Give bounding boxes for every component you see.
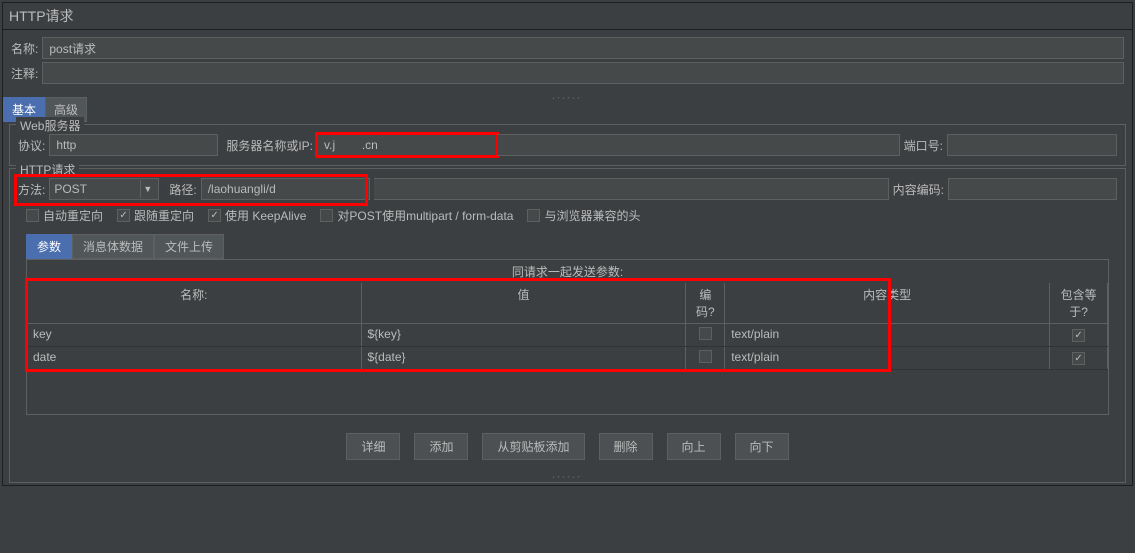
path-input[interactable] [201,178,370,200]
cell-encode[interactable] [686,324,725,346]
name-input[interactable] [42,37,1124,59]
table-row[interactable]: date ${date} text/plain [27,347,1108,370]
path-label: 路径: [169,181,196,198]
add-button[interactable]: 添加 [414,433,468,460]
cell-value[interactable]: ${date} [362,347,687,369]
params-table-body[interactable]: key ${key} text/plain date ${date} text/… [27,324,1108,414]
cell-name[interactable]: date [27,347,362,369]
keepalive-checkbox[interactable] [208,209,221,222]
table-row[interactable]: key ${key} text/plain [27,324,1108,347]
host-input-ext[interactable] [497,134,900,156]
comment-input[interactable] [42,62,1124,84]
redir-auto-label: 自动重定向 [43,207,103,224]
protocol-label: 协议: [18,137,45,154]
comment-label: 注释: [11,65,38,82]
splitter-bottom[interactable] [18,470,1117,476]
multipart-label: 对POST使用multipart / form-data [337,207,513,224]
page-title: HTTP请求 [3,3,1132,30]
protocol-input[interactable] [49,134,218,156]
col-value[interactable]: 值 [362,283,687,323]
enc-label: 内容编码: [893,181,944,198]
redir-auto-checkbox[interactable] [26,209,39,222]
host-input[interactable] [317,134,497,156]
splitter[interactable] [3,91,1132,97]
multipart-checkbox[interactable] [320,209,333,222]
cell-value[interactable]: ${key} [362,324,687,346]
host-label: 服务器名称或IP: [226,137,313,154]
method-select[interactable]: POST ▼ [49,178,159,200]
up-button[interactable]: 向上 [667,433,721,460]
enc-input[interactable] [948,178,1117,200]
web-server-legend: Web服务器 [16,117,84,134]
chevron-down-icon: ▼ [140,180,154,198]
browser-hdrs-label: 与浏览器兼容的头 [544,207,640,224]
tab-upload[interactable]: 文件上传 [154,234,224,259]
down-button[interactable]: 向下 [735,433,789,460]
http-req-legend: HTTP请求 [16,161,79,178]
follow-redir-label: 跟随重定向 [134,207,194,224]
port-input[interactable] [947,134,1117,156]
cell-ctype[interactable]: text/plain [725,347,1050,369]
params-caption: 同请求一起发送参数: [27,260,1108,283]
cell-encode[interactable] [686,347,725,369]
keepalive-label: 使用 KeepAlive [225,207,306,224]
cell-include[interactable] [1050,324,1108,346]
cell-ctype[interactable]: text/plain [725,324,1050,346]
port-label: 端口号: [904,137,943,154]
follow-redir-checkbox[interactable] [117,209,130,222]
detail-button[interactable]: 详细 [346,433,400,460]
tab-body[interactable]: 消息体数据 [72,234,154,259]
delete-button[interactable]: 删除 [599,433,653,460]
col-encode[interactable]: 编码? [686,283,725,323]
cell-name[interactable]: key [27,324,362,346]
browser-hdrs-checkbox[interactable] [527,209,540,222]
tab-params[interactable]: 参数 [26,234,72,259]
path-input-ext[interactable] [374,178,889,200]
cell-include[interactable] [1050,347,1108,369]
col-ctype[interactable]: 内容类型 [725,283,1050,323]
col-include[interactable]: 包含等于? [1050,283,1108,323]
name-label: 名称: [11,40,38,57]
clipboard-add-button[interactable]: 从剪贴板添加 [482,433,584,460]
method-label: 方法: [18,181,45,198]
col-name[interactable]: 名称: [27,283,362,323]
method-value: POST [54,182,87,196]
